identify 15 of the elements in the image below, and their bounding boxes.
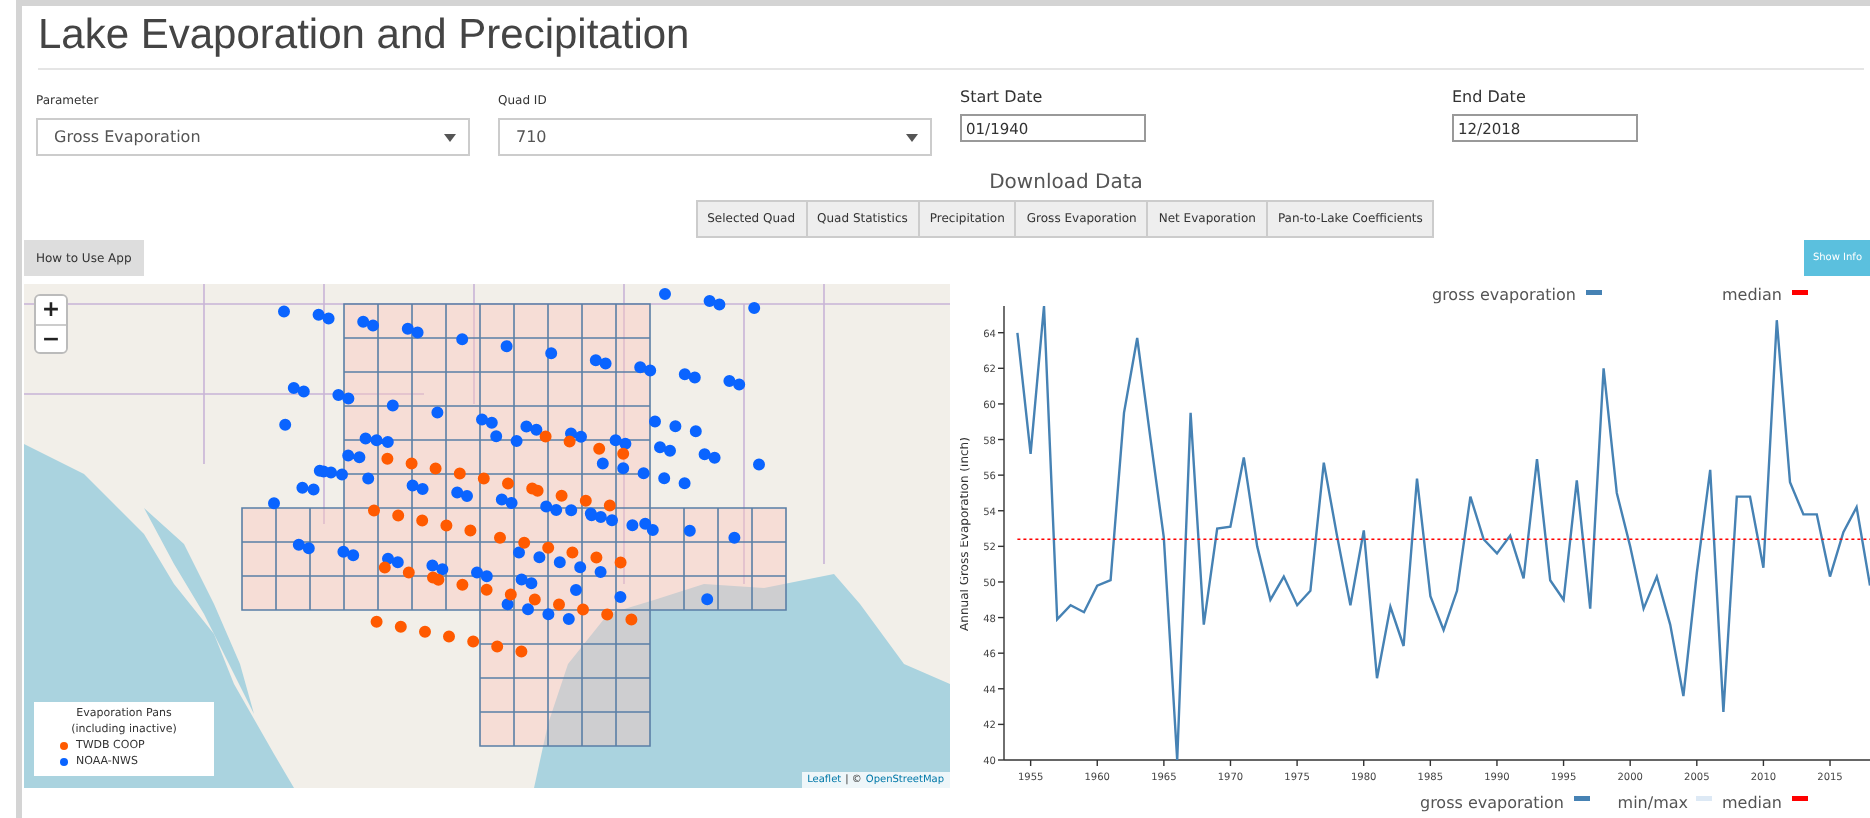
caret-icon — [444, 133, 456, 141]
legend-label: median — [1722, 286, 1782, 304]
zoom-in-button[interactable]: + — [36, 296, 66, 324]
dropdown[interactable]: 710 — [498, 118, 932, 156]
legend-label: median — [1722, 794, 1782, 812]
field-label: Start Date — [960, 88, 1045, 106]
field-label: End Date — [1452, 88, 1528, 106]
zoom-out-button[interactable]: − — [36, 324, 66, 352]
section-heading: Download Data — [989, 172, 1143, 194]
dropdown[interactable]: Gross Evaporation — [36, 118, 470, 156]
page-title: Lake Evaporation and Precipitation — [38, 6, 1864, 70]
legend-label: gross evaporation — [1419, 794, 1564, 812]
caret-icon — [906, 133, 918, 141]
legend-label: min/max — [1617, 794, 1688, 812]
legend-label: gross evaporation — [1431, 286, 1576, 304]
